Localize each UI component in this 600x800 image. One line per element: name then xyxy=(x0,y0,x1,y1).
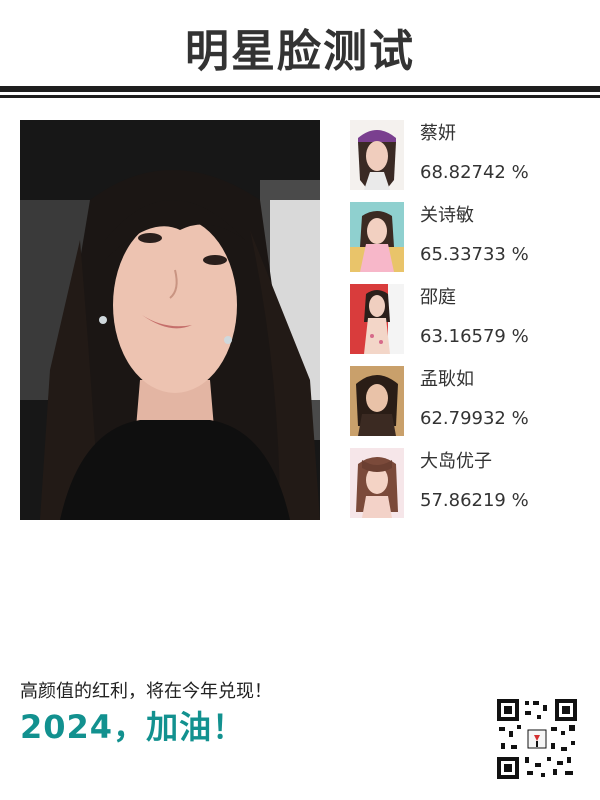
match-item[interactable]: 关诗敏 65.33733 % xyxy=(350,202,580,284)
match-results-list: 蔡妍 68.82742 % 关诗敏 65.33733 % 邵庭 63.16579… xyxy=(350,120,580,530)
match-name: 大岛优子 xyxy=(420,451,492,472)
cheer-text: 2024，加油！ xyxy=(20,708,246,746)
match-score: 68.82742 % xyxy=(420,162,529,183)
match-thumbnail xyxy=(350,120,404,190)
match-score: 65.33733 % xyxy=(420,244,529,265)
match-score: 63.16579 % xyxy=(420,326,529,347)
match-score: 62.79932 % xyxy=(420,408,529,429)
match-item[interactable]: 邵庭 63.16579 % xyxy=(350,284,580,366)
match-thumbnail xyxy=(350,366,404,436)
match-item[interactable]: 蔡妍 68.82742 % xyxy=(350,120,580,202)
match-name: 关诗敏 xyxy=(420,205,474,226)
header-divider-thick xyxy=(0,86,600,92)
page-title: 明星脸测试 xyxy=(185,26,415,77)
match-thumbnail xyxy=(350,284,404,354)
header-divider-thin xyxy=(0,95,600,98)
match-thumbnail xyxy=(350,448,404,518)
match-item[interactable]: 孟耿如 62.79932 % xyxy=(350,366,580,448)
uploaded-face-photo xyxy=(20,120,320,520)
match-score: 57.86219 % xyxy=(420,490,529,511)
match-name: 邵庭 xyxy=(420,287,456,308)
qr-code[interactable] xyxy=(495,697,579,781)
match-item[interactable]: 大岛优子 57.86219 % xyxy=(350,448,580,530)
match-thumbnail xyxy=(350,202,404,272)
match-name: 孟耿如 xyxy=(420,369,474,390)
match-name: 蔡妍 xyxy=(420,123,456,144)
slogan-text: 高颜值的红利，将在今年兑现！ xyxy=(20,681,272,702)
